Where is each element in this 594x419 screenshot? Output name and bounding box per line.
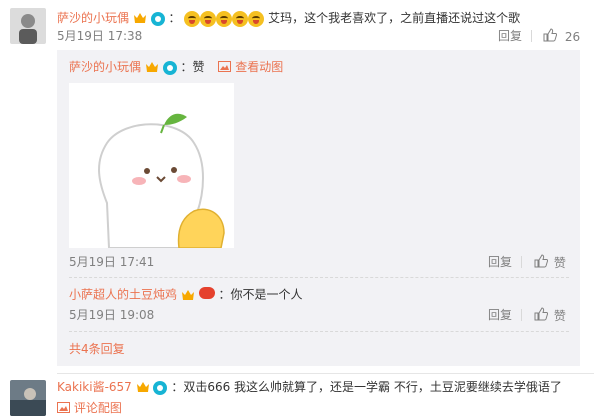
- reply-header: 萨沙的小玩偶 ：赞 查看动图: [69, 60, 284, 76]
- emoji-laugh-icon: [232, 10, 249, 27]
- comment-time: 5月19日 17:38: [57, 29, 143, 43]
- like-separator: [531, 30, 532, 42]
- reply-time: 5月19日 17:41: [69, 255, 155, 269]
- like-separator: [521, 256, 522, 268]
- emoji-laugh-icon: [200, 10, 217, 27]
- reply-text: 你不是一个人: [230, 287, 303, 302]
- thumbs-up-icon: [534, 254, 549, 272]
- member-badge-icon: [153, 380, 168, 395]
- comment-line: Kakiki酱-657 ：双击666 我这么帅就算了，还是一学霸 不行，土豆泥要…: [57, 380, 562, 395]
- reply-username[interactable]: 萨沙的小玩偶: [69, 60, 141, 74]
- like-label: 赞: [553, 308, 566, 323]
- thumbs-up-icon: [543, 28, 558, 46]
- vip-badge-icon: [145, 61, 159, 74]
- comment-username[interactable]: 萨沙的小玩偶: [57, 11, 129, 25]
- thumbs-up-icon: [534, 307, 549, 325]
- emoji-laugh-icon: [184, 10, 201, 27]
- comment-text: 艾玛，这个我老喜欢了，之前直播还说过这个歌: [268, 11, 521, 25]
- like-button[interactable]: 赞: [534, 254, 566, 272]
- vip-badge-icon: [181, 289, 195, 302]
- like-count: 26: [564, 29, 581, 44]
- image-icon: [57, 401, 70, 417]
- comment-line: 萨沙的小玩偶 ： 艾玛，这个我老喜欢了，之前直播还说过这个歌: [57, 10, 521, 27]
- avatar[interactable]: [10, 380, 46, 416]
- like-separator: [521, 309, 522, 321]
- member-badge-icon: [150, 11, 165, 26]
- comment-divider: [57, 373, 594, 374]
- vip-badge-icon: [133, 12, 147, 25]
- vip-badge-icon: [136, 381, 150, 394]
- comment-text: 双击666 我这么帅就算了，还是一学霸 不行，土豆泥要继续去学俄语了: [183, 380, 562, 394]
- like-button[interactable]: 赞: [534, 307, 566, 325]
- reply-button[interactable]: 回复: [488, 307, 512, 323]
- comment-image-link-row: 评论配图: [57, 400, 122, 417]
- emoji-laugh-icon: [216, 10, 233, 27]
- more-replies-link[interactable]: 共4条回复: [69, 341, 125, 357]
- reply-time: 5月19日 19:08: [69, 308, 155, 322]
- member-badge-icon: [162, 60, 177, 75]
- reply-header: 小萨超人的土豆炖鸡 ：你不是一个人: [69, 286, 303, 304]
- reply-button[interactable]: 回复: [498, 28, 522, 44]
- reply-divider: [69, 331, 569, 333]
- image-icon: [218, 60, 232, 76]
- view-picture-link[interactable]: 评论配图: [74, 401, 122, 415]
- avatar[interactable]: [10, 8, 46, 44]
- like-button[interactable]: 26: [543, 28, 580, 46]
- reply-button[interactable]: 回复: [488, 254, 512, 270]
- fan-badge-icon: [198, 286, 215, 304]
- reply-username[interactable]: 小萨超人的土豆炖鸡: [69, 288, 177, 302]
- view-gif-link[interactable]: 查看动图: [235, 60, 283, 74]
- emoji-laugh-icon: [248, 10, 265, 27]
- like-label: 赞: [553, 255, 566, 270]
- reply-text: 赞: [192, 60, 205, 74]
- comment-username[interactable]: Kakiki酱-657: [57, 380, 132, 394]
- reply-divider: [69, 277, 569, 279]
- reply-gif-image[interactable]: [69, 83, 234, 249]
